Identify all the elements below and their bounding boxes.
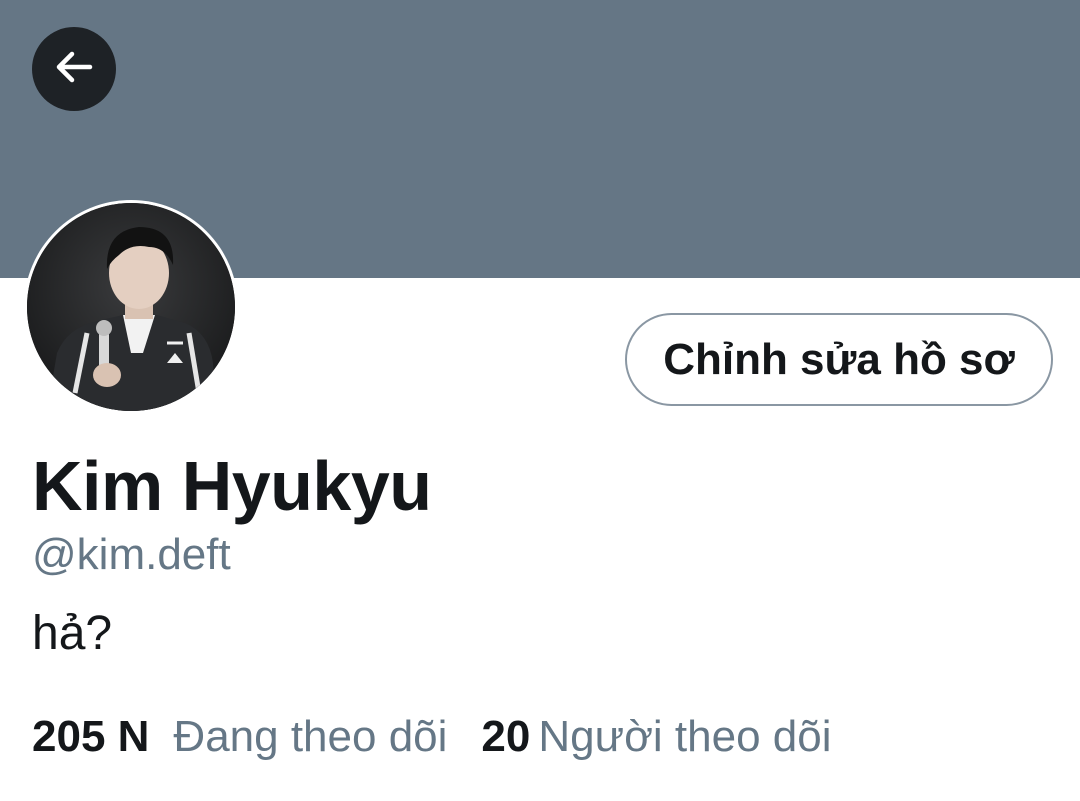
username-handle: @kim.deft: [32, 530, 231, 579]
following-label: Đang theo dõi: [173, 712, 448, 761]
followers-link[interactable]: 20 Người theo dõi: [481, 712, 831, 762]
avatar[interactable]: [24, 200, 238, 414]
arrow-left-icon: [52, 45, 96, 94]
profile-photo: [27, 203, 235, 411]
followers-label: Người theo dõi: [538, 712, 832, 761]
follow-stats: 205 N Đang theo dõi 20 Người theo dõi: [32, 712, 832, 762]
profile-bio: hả?: [32, 607, 113, 660]
display-name: Kim Hyukyu: [32, 447, 432, 525]
following-link[interactable]: 205 N Đang theo dõi: [32, 712, 447, 762]
back-button[interactable]: [32, 27, 116, 111]
following-count: 205 N: [32, 712, 150, 761]
edit-profile-button[interactable]: Chỉnh sửa hồ sơ: [625, 313, 1053, 406]
followers-count: 20: [481, 712, 531, 761]
